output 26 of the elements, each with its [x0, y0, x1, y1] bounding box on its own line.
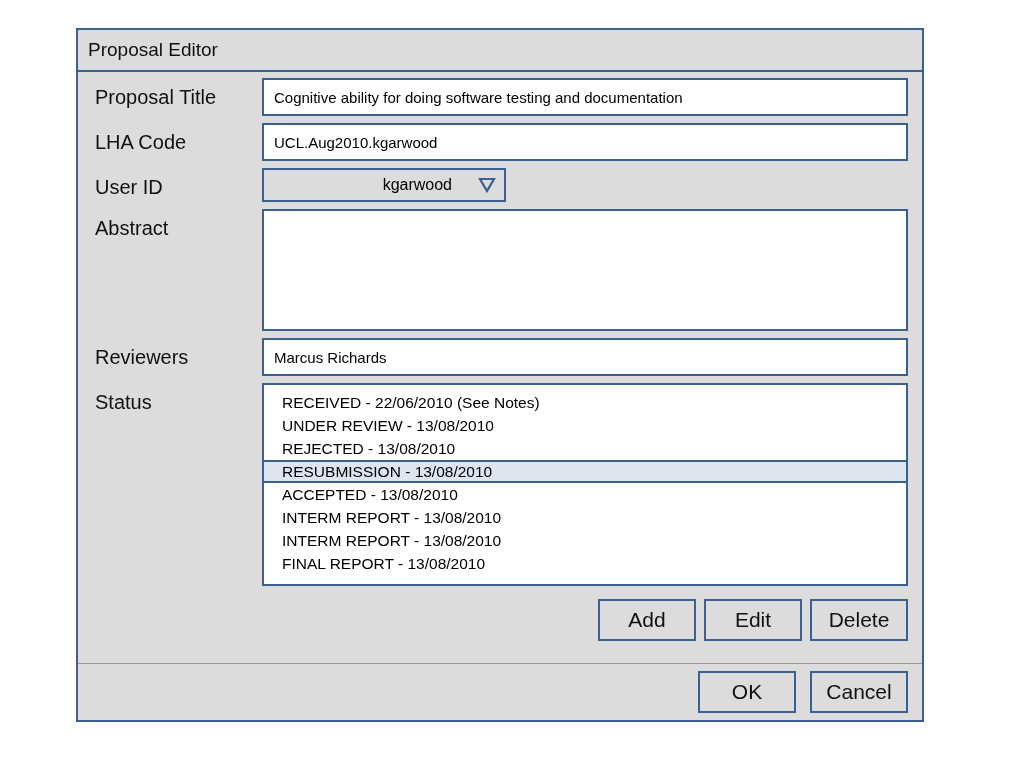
status-list-item[interactable]: RESUBMISSION - 13/08/2010 — [262, 460, 908, 483]
dropdown-field[interactable]: kgarwood — [262, 168, 506, 202]
field-label: User ID — [95, 175, 164, 200]
status-list-item[interactable]: ACCEPTED - 13/08/2010 — [262, 483, 908, 506]
field-label: Proposal Title — [95, 85, 218, 110]
status-list-item[interactable]: INTERM REPORT - 13/08/2010 — [262, 506, 908, 529]
list-action-button[interactable]: Edit — [704, 599, 802, 641]
status-list-item[interactable]: UNDER REVIEW - 13/08/2010 — [262, 414, 908, 437]
list-action-button[interactable]: Add — [598, 599, 696, 641]
text-field[interactable]: UCL.Aug2010.kgarwood — [262, 123, 908, 161]
dialog-button[interactable]: Cancel — [810, 671, 908, 713]
dropdown-triangle-icon — [478, 177, 496, 193]
status-list-item[interactable]: FINAL REPORT - 13/08/2010 — [262, 552, 908, 575]
status-list-item[interactable]: INTERM REPORT - 13/08/2010 — [262, 529, 908, 552]
list-action-button[interactable]: Delete — [810, 599, 908, 641]
status-list-item[interactable]: RECEIVED - 22/06/2010 (See Notes) — [262, 391, 908, 414]
window-title: Proposal Editor — [88, 39, 218, 61]
field-label: Reviewers — [95, 345, 190, 370]
dialog-button[interactable]: OK — [698, 671, 796, 713]
status-list-item[interactable]: REJECTED - 13/08/2010 — [262, 437, 908, 460]
field-label: Status — [95, 390, 153, 415]
text-field[interactable]: Marcus Richards — [262, 338, 908, 376]
text-area[interactable] — [262, 209, 908, 331]
field-label: LHA Code — [95, 130, 188, 155]
text-field[interactable]: Cognitive ability for doing software testing and documentation — [262, 78, 908, 116]
field-label: Abstract — [95, 216, 170, 241]
